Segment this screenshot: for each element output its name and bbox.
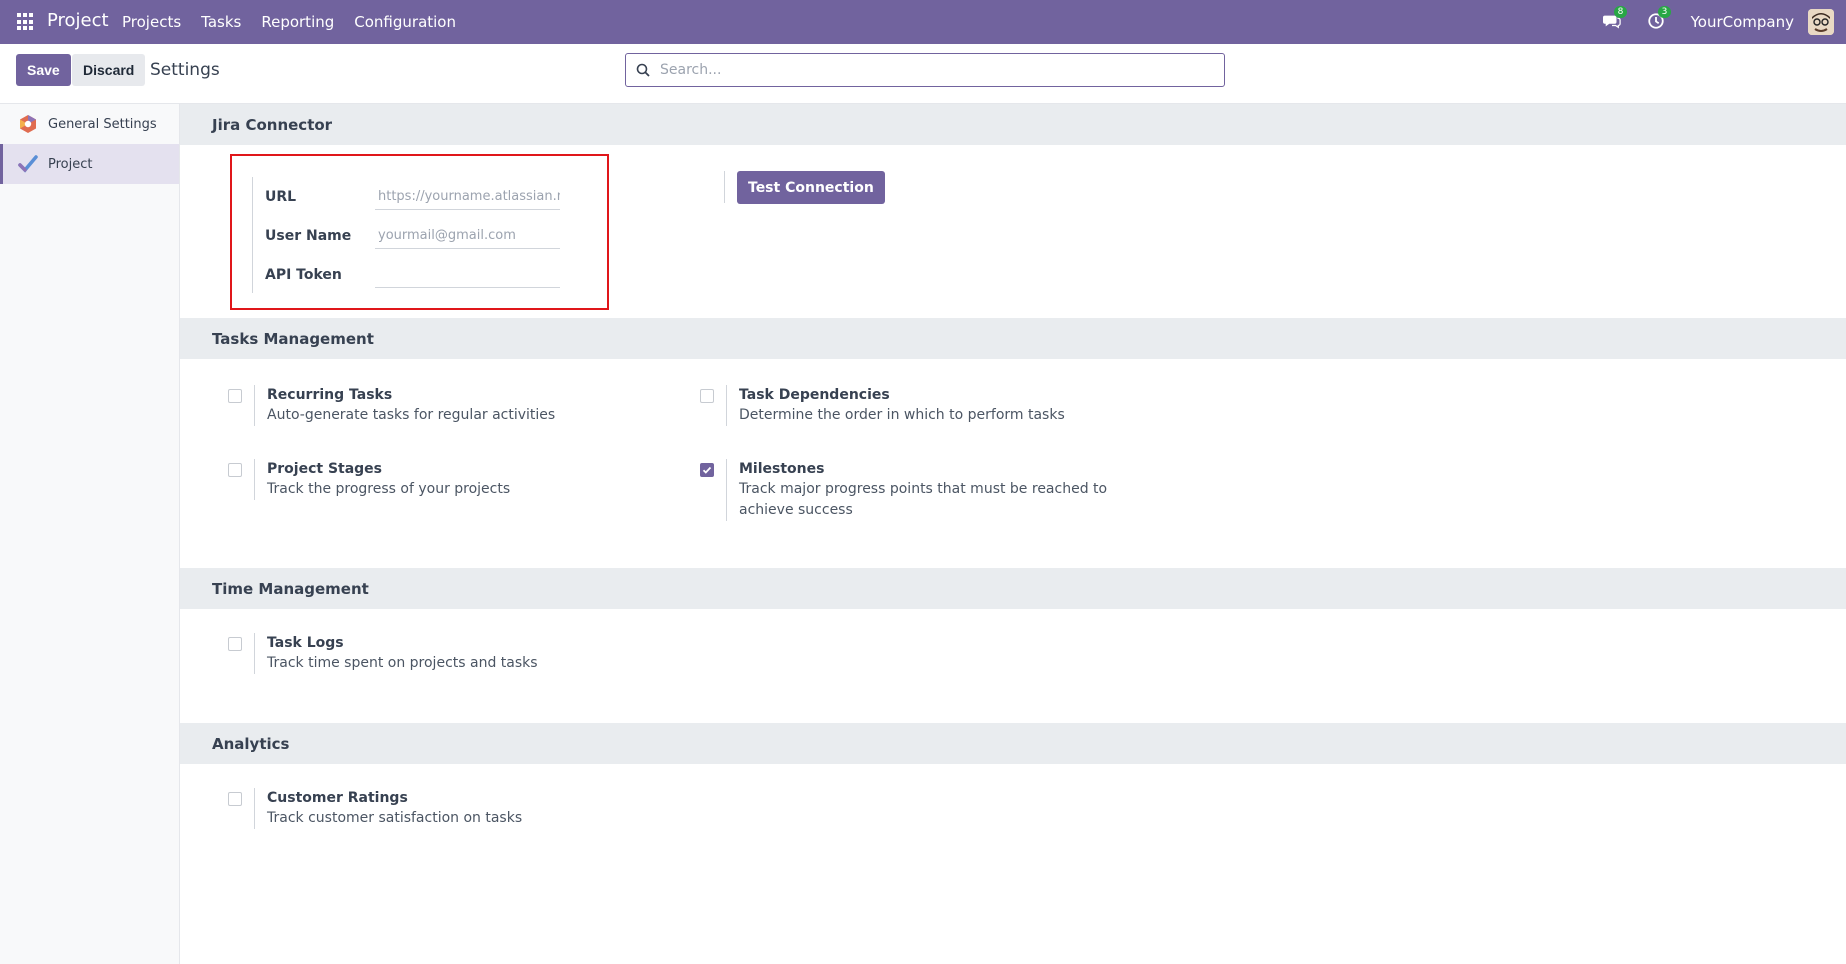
setting-milestones: Milestones Track major progress points t… xyxy=(700,459,1126,521)
section-header-jira: Jira Connector xyxy=(180,104,1846,145)
setting-title: Customer Ratings xyxy=(267,790,408,806)
search-input[interactable] xyxy=(660,62,1200,78)
setting-title: Project Stages xyxy=(267,461,383,477)
setting-title: Task Logs xyxy=(267,635,344,651)
section-header-analytics: Analytics xyxy=(180,723,1846,764)
sidebar-item-label: Project xyxy=(48,156,93,172)
systray: 8 3 YourCompany xyxy=(1602,0,1846,44)
sidebar-item-label: General Settings xyxy=(48,116,157,132)
milestones-checkbox[interactable] xyxy=(700,463,714,477)
jira-credentials: URL User Name API Token xyxy=(252,177,560,293)
jira-connector-section: URL User Name API Token Test Connection xyxy=(180,145,1846,318)
username-row: User Name xyxy=(265,216,560,255)
url-label: URL xyxy=(265,188,297,205)
checkmark-icon xyxy=(702,466,712,474)
section-header-time: Time Management xyxy=(180,568,1846,609)
section-header-tasks: Tasks Management xyxy=(180,318,1846,359)
messages-icon[interactable]: 8 xyxy=(1602,6,1628,32)
odoo-logo-icon xyxy=(20,115,36,133)
setting-text: Recurring Tasks Auto-generate tasks for … xyxy=(254,385,555,426)
menu-reporting[interactable]: Reporting xyxy=(261,13,334,31)
setting-text: Milestones Track major progress points t… xyxy=(726,459,1126,521)
app-grid-icon[interactable] xyxy=(17,13,35,31)
sidebar-item-general-settings[interactable]: General Settings xyxy=(0,104,179,144)
task-dependencies-checkbox[interactable] xyxy=(700,389,714,403)
messages-badge: 8 xyxy=(1613,6,1628,18)
setting-description: Track customer satisfaction on tasks xyxy=(267,810,523,826)
test-connection-button[interactable]: Test Connection xyxy=(737,171,885,204)
sidebar-item-project[interactable]: Project xyxy=(0,144,179,184)
settings-sidebar: General Settings Project xyxy=(0,104,180,964)
setting-description: Auto-generate tasks for regular activiti… xyxy=(267,407,556,423)
main-menu: Projects Tasks Reporting Configuration xyxy=(122,13,476,31)
project-check-icon xyxy=(18,155,38,173)
analytics-section: Customer Ratings Track customer satisfac… xyxy=(180,764,1846,964)
setting-title: Milestones xyxy=(739,461,825,477)
discard-button[interactable]: Discard xyxy=(72,54,146,86)
project-stages-checkbox[interactable] xyxy=(228,463,242,477)
url-row: URL xyxy=(265,177,560,216)
tasks-management-section: Recurring Tasks Auto-generate tasks for … xyxy=(180,359,1846,568)
setting-description: Track time spent on projects and tasks xyxy=(267,655,538,671)
recurring-tasks-checkbox[interactable] xyxy=(228,389,242,403)
setting-customer-ratings: Customer Ratings Track customer satisfac… xyxy=(228,788,522,829)
top-navbar: Project Projects Tasks Reporting Configu… xyxy=(0,0,1846,44)
setting-description: Track major progress points that must be… xyxy=(739,481,1108,518)
activities-badge: 3 xyxy=(1657,6,1672,18)
customer-ratings-checkbox[interactable] xyxy=(228,792,242,806)
setting-title: Task Dependencies xyxy=(739,387,890,403)
url-input[interactable] xyxy=(375,183,560,210)
save-button[interactable]: Save xyxy=(16,54,71,86)
setting-text: Task Dependencies Determine the order in… xyxy=(726,385,1065,426)
menu-configuration[interactable]: Configuration xyxy=(354,13,456,31)
page-title: Settings xyxy=(150,60,220,80)
setting-text: Task Logs Track time spent on projects a… xyxy=(254,633,538,674)
settings-main: Jira Connector URL User Name API Token T… xyxy=(180,104,1846,964)
user-avatar[interactable] xyxy=(1808,9,1834,35)
setting-recurring-tasks: Recurring Tasks Auto-generate tasks for … xyxy=(228,385,555,426)
menu-projects[interactable]: Projects xyxy=(122,13,181,31)
settings-search[interactable] xyxy=(625,53,1225,87)
test-connection-block: Test Connection xyxy=(724,171,885,204)
activities-icon[interactable]: 3 xyxy=(1647,6,1672,32)
username-input[interactable] xyxy=(375,222,560,249)
search-icon xyxy=(636,63,650,77)
control-panel: Save Discard Settings xyxy=(0,44,1846,104)
setting-text: Customer Ratings Track customer satisfac… xyxy=(254,788,522,829)
setting-title: Recurring Tasks xyxy=(267,387,393,403)
setting-text: Project Stages Track the progress of you… xyxy=(254,459,510,500)
setting-project-stages: Project Stages Track the progress of you… xyxy=(228,459,510,500)
api-token-input[interactable] xyxy=(375,261,560,288)
company-switcher[interactable]: YourCompany xyxy=(1691,13,1794,31)
api-token-label: API Token xyxy=(265,266,342,283)
app-brand[interactable]: Project xyxy=(47,10,109,31)
setting-task-logs: Task Logs Track time spent on projects a… xyxy=(228,633,538,674)
setting-description: Determine the order in which to perform … xyxy=(739,407,1065,423)
setting-task-dependencies: Task Dependencies Determine the order in… xyxy=(700,385,1065,426)
token-row: API Token xyxy=(265,255,560,294)
setting-description: Track the progress of your projects xyxy=(267,481,511,497)
time-management-section: Task Logs Track time spent on projects a… xyxy=(180,609,1846,723)
menu-tasks[interactable]: Tasks xyxy=(201,13,241,31)
task-logs-checkbox[interactable] xyxy=(228,637,242,651)
username-label: User Name xyxy=(265,227,352,244)
